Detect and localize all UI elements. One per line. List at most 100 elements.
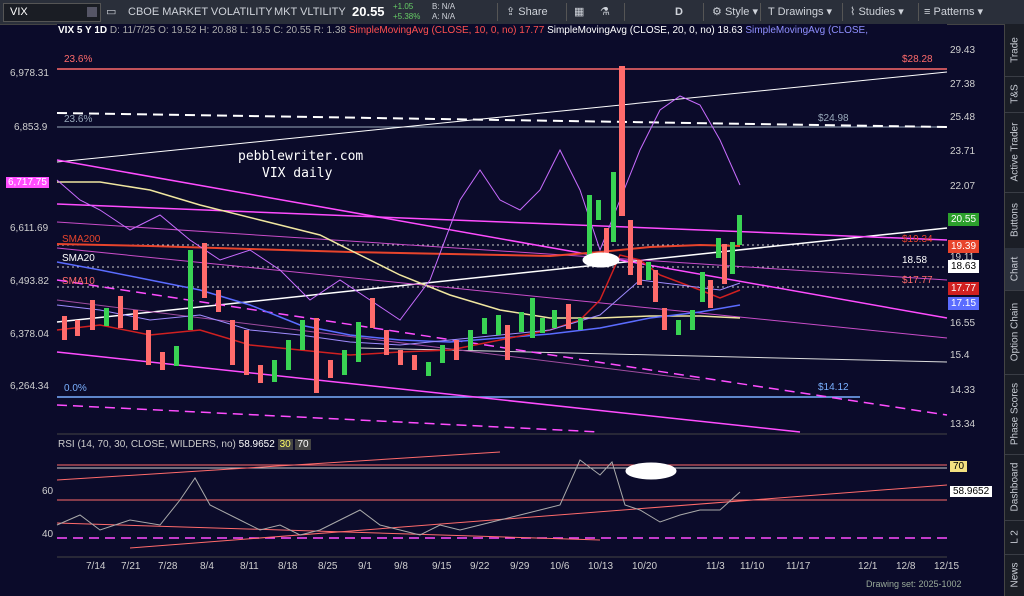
chart-area[interactable]: VIX 5 Y 1D D: 11/7/25 O: 19.52 H: 20.88 … bbox=[0, 24, 1004, 596]
right-axis-label: 22.07 bbox=[950, 181, 976, 192]
blue-sma-tag: 17.15 bbox=[948, 297, 980, 310]
style-icon: ⚙ bbox=[712, 6, 722, 18]
flag-icon[interactable]: ▭ bbox=[106, 0, 116, 24]
x-axis-label: 10/20 bbox=[632, 561, 658, 572]
left-axis-label: 6,853.9 bbox=[14, 122, 48, 133]
x-axis-label: 12/15 bbox=[934, 561, 960, 572]
style-button[interactable]: ⚙ Style ▾ bbox=[712, 0, 758, 24]
level-2828: $28.28 bbox=[902, 54, 933, 65]
x-axis-label: 11/17 bbox=[786, 561, 811, 572]
x-axis-label: 8/4 bbox=[200, 561, 214, 572]
grid-icon[interactable]: ▦ bbox=[574, 0, 584, 24]
sidebar-tab-buttons[interactable]: Buttons bbox=[1005, 192, 1024, 249]
rsi-axis-40: 40 bbox=[42, 529, 54, 540]
studies-icon: ⌇ bbox=[850, 6, 856, 18]
sma10-tag: 17.77 bbox=[948, 282, 980, 295]
chart-title: VIX 5 Y 1D bbox=[58, 25, 108, 36]
sidebar-tab-active-trader[interactable]: Active Trader bbox=[1005, 112, 1024, 193]
right-axis-label: 27.38 bbox=[950, 79, 976, 90]
right-sidebar: Trade T&S Active Trader Buttons Chart Op… bbox=[1004, 24, 1024, 596]
patterns-button[interactable]: ≡ Patterns ▾ bbox=[924, 0, 983, 24]
header-date: D: 11/7/25 bbox=[109, 25, 156, 36]
sidebar-tab-ts[interactable]: T&S bbox=[1005, 76, 1024, 113]
sidebar-tab-phase-scores[interactable]: Phase Scores bbox=[1005, 374, 1024, 455]
sidebar-tab-trade[interactable]: Trade bbox=[1005, 24, 1024, 77]
share-icon: ⇪ bbox=[506, 6, 516, 18]
annotation-subtitle: VIX daily bbox=[262, 166, 333, 181]
chart-header: VIX 5 Y 1D D: 11/7/25 O: 19.52 H: 20.88 … bbox=[58, 24, 868, 38]
level-1412: $14.12 bbox=[818, 382, 849, 393]
x-axis-label: 10/13 bbox=[588, 561, 614, 572]
x-axis-label: 9/1 bbox=[358, 561, 372, 572]
flask-icon[interactable]: ⚗ bbox=[600, 0, 610, 24]
right-axis-label: 14.33 bbox=[950, 385, 976, 396]
x-axis-label: 8/25 bbox=[318, 561, 338, 572]
drawing-set-label: Drawing set: 2025-1002 bbox=[866, 579, 962, 589]
price-chart-svg bbox=[56, 24, 948, 558]
left-axis-label: 6,264.34 bbox=[10, 381, 49, 392]
sma200-tag: 19.39 bbox=[948, 240, 980, 253]
right-axis-label: 29.43 bbox=[950, 45, 976, 56]
studies-button[interactable]: ⌇ Studies ▾ bbox=[850, 0, 904, 24]
symbol-description: CBOE MARKET VOLATILITY bbox=[128, 6, 273, 18]
header-low: L: 19.5 bbox=[239, 25, 271, 36]
last-price-tag: 20.55 bbox=[948, 213, 980, 226]
x-axis-label: 9/15 bbox=[432, 561, 452, 572]
left-axis-label: 6,611.69 bbox=[10, 223, 49, 234]
sidebar-tab-dashboard[interactable]: Dashboard bbox=[1005, 454, 1024, 521]
sma20-legend-value: 18.63 bbox=[717, 25, 743, 36]
header-range: R: 1.38 bbox=[313, 25, 347, 36]
x-axis-label: 7/21 bbox=[121, 561, 141, 572]
period-button[interactable]: D bbox=[675, 0, 683, 24]
symbol-dropdown-icon[interactable] bbox=[87, 7, 97, 17]
sma200-legend[interactable]: SimpleMovingAvg (CLOSE, bbox=[745, 25, 868, 36]
rsi-axis-60: 60 bbox=[42, 486, 54, 497]
x-axis-label: 9/29 bbox=[510, 561, 530, 572]
left-axis-current-tag: 6,717.75 bbox=[6, 177, 49, 188]
x-axis-label: 11/10 bbox=[740, 561, 765, 572]
toolbar: VIX ▭ CBOE MARKET VOLATILITY MKT VLTILIT… bbox=[0, 0, 1024, 25]
sma10-legend[interactable]: SimpleMovingAvg (CLOSE, 10, 0, no) bbox=[349, 25, 517, 36]
sidebar-tab-chart[interactable]: Chart bbox=[1005, 248, 1024, 291]
x-axis-label: 12/1 bbox=[858, 561, 878, 572]
x-axis-label: 12/8 bbox=[896, 561, 916, 572]
rsi-header[interactable]: RSI (14, 70, 30, CLOSE, WILDERS, no) 58.… bbox=[58, 439, 311, 450]
x-axis-label: 7/28 bbox=[158, 561, 178, 572]
last-price: 20.55 bbox=[352, 4, 385, 19]
fib-label-zero: 0.0% bbox=[64, 383, 87, 394]
x-axis-label: 8/11 bbox=[240, 561, 259, 572]
drawings-button[interactable]: T Drawings ▾ bbox=[768, 0, 832, 24]
left-axis-label: 6,493.82 bbox=[10, 276, 49, 287]
header-close: C: 20.55 bbox=[273, 25, 311, 36]
symbol-short-description: MKT VLTILITY bbox=[274, 6, 346, 18]
x-axis-label: 9/8 bbox=[394, 561, 408, 572]
drawings-icon: T bbox=[768, 6, 775, 18]
right-axis-label: 13.34 bbox=[950, 419, 976, 430]
right-axis-label: 25.48 bbox=[950, 112, 976, 123]
share-button[interactable]: ⇪ Share bbox=[506, 0, 548, 24]
header-high: H: 20.88 bbox=[199, 25, 238, 36]
fib-label-mid: 23.6% bbox=[64, 114, 93, 125]
sidebar-tab-option-chain[interactable]: Option Chain bbox=[1005, 290, 1024, 375]
level-1858: 18.58 bbox=[902, 255, 928, 266]
sidebar-tab-l2[interactable]: L 2 bbox=[1005, 520, 1024, 555]
right-axis-label: 16.55 bbox=[950, 318, 976, 329]
rsi-70-tag: 70 bbox=[950, 461, 968, 472]
sma10-legend-value: 17.77 bbox=[519, 25, 545, 36]
level-1934: $19.34 bbox=[902, 234, 933, 245]
left-axis-label: 6,978.31 bbox=[10, 68, 49, 79]
level-1777: $17.77 bbox=[902, 275, 933, 286]
x-axis-label: 11/3 bbox=[706, 561, 725, 572]
x-axis-label: 8/18 bbox=[278, 561, 298, 572]
sma200-line-label: SMA200 bbox=[62, 234, 101, 245]
symbol-input[interactable]: VIX bbox=[3, 3, 101, 22]
sma20-legend[interactable]: SimpleMovingAvg (CLOSE, 20, 0, no) bbox=[547, 25, 715, 36]
rsi-value-tag: 58.9652 bbox=[950, 486, 993, 497]
patterns-icon: ≡ bbox=[924, 6, 931, 18]
sma20-tag: 18.63 bbox=[948, 260, 980, 273]
sidebar-tab-news[interactable]: News bbox=[1005, 554, 1024, 596]
symbol-text: VIX bbox=[10, 6, 28, 18]
x-axis-label: 7/14 bbox=[86, 561, 106, 572]
sma10-line-label: SMA10 bbox=[62, 276, 95, 287]
right-axis-label: 23.71 bbox=[950, 146, 976, 157]
